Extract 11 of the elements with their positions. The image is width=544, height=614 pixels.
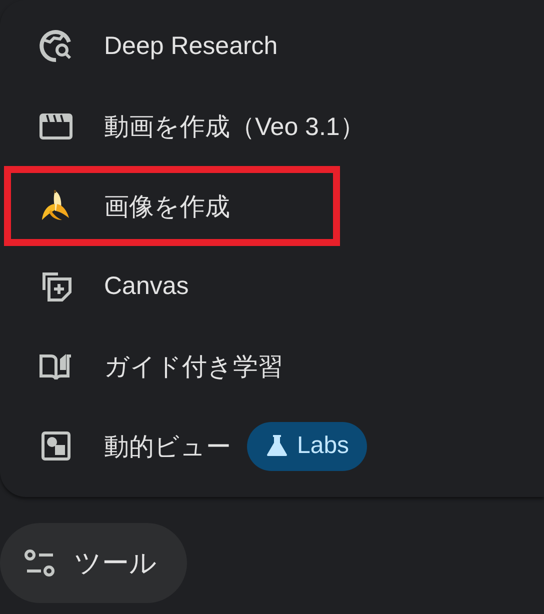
globe-search-icon — [38, 28, 74, 64]
tools-button[interactable]: ツール — [0, 523, 187, 603]
menu-item[interactable]: ガイド付き学習 — [104, 350, 283, 382]
sliders-icon — [24, 547, 56, 579]
menu-item[interactable]: 画像を作成 — [104, 190, 230, 222]
badge-label: Labs — [297, 432, 350, 460]
menu-item[interactable]: 動的ビュー — [104, 430, 231, 462]
menu-item[interactable]: 動画を作成（Veo 3.1） — [104, 110, 365, 142]
flask-icon — [265, 434, 289, 458]
menu-item[interactable]: Canvas — [104, 272, 189, 300]
menu-item[interactable]: Deep Research — [104, 32, 278, 60]
